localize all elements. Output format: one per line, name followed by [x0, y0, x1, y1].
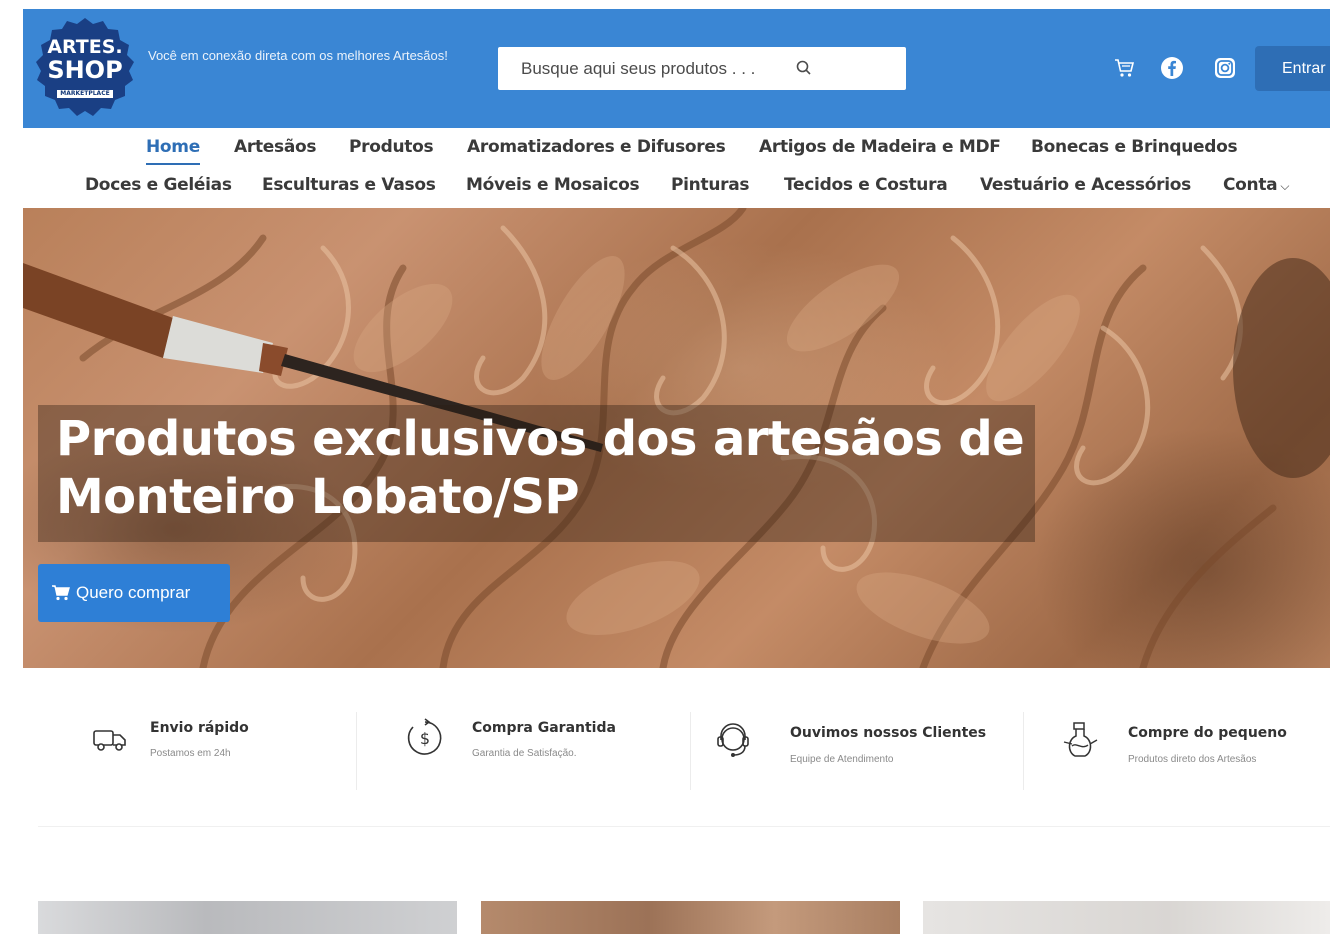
- nav-artesaos[interactable]: Artesãos: [234, 134, 316, 160]
- feature-title: Ouvimos nossos Clientes: [790, 725, 987, 741]
- nav-produtos[interactable]: Produtos: [349, 134, 434, 160]
- nav-doces-geleias[interactable]: Doces e Geléias: [85, 172, 232, 198]
- svg-text:$: $: [420, 729, 430, 748]
- nav-pinturas[interactable]: Pinturas: [671, 172, 750, 198]
- feature-fast-shipping: Envio rápido Postamos em 24h: [90, 708, 360, 792]
- nav-row-2: Doces e Geléias Esculturas e Vasos Móvei…: [0, 172, 1330, 202]
- buy-now-label: Quero comprar: [76, 583, 191, 602]
- nav-conta[interactable]: Conta ⌵: [1223, 172, 1289, 199]
- feature-subtitle: Garantia de Satisfação.: [472, 748, 577, 759]
- feature-title: Compre do pequeno: [1128, 725, 1287, 741]
- section-divider: [38, 826, 1330, 827]
- header-tagline: Você em conexão direta com os melhores A…: [148, 48, 448, 63]
- nav-row-1: Home Artesãos Produtos Aromatizadores e …: [0, 134, 1330, 165]
- feature-guaranteed: $ Compra Garantida Garantia de Satisfaçã…: [405, 708, 705, 792]
- feature-small-business: Compre do pequeno Produtos direto dos Ar…: [1060, 708, 1330, 792]
- feature-subtitle: Postamos em 24h: [150, 748, 231, 759]
- chevron-down-icon: ⌵: [1280, 179, 1290, 193]
- features-strip: Envio rápido Postamos em 24h $ Compra Ga…: [40, 708, 1330, 792]
- product-card-image[interactable]: [923, 901, 1330, 934]
- site-logo[interactable]: ARTES. SHOP MARKETPLACE: [33, 16, 137, 120]
- feature-title: Compra Garantida: [472, 720, 616, 736]
- nav-esculturas-vasos[interactable]: Esculturas e Vasos: [262, 172, 436, 198]
- feature-divider: [690, 712, 691, 790]
- nav-madeira-mdf[interactable]: Artigos de Madeira e MDF: [759, 134, 1001, 160]
- buy-now-button[interactable]: Quero comprar: [38, 564, 230, 622]
- logo-line-2: SHOP: [47, 56, 123, 84]
- product-card-image[interactable]: [38, 901, 457, 934]
- main-nav: Home Artesãos Produtos Aromatizadores e …: [0, 128, 1330, 208]
- search-box[interactable]: [498, 47, 906, 90]
- nav-conta-label: Conta: [1223, 175, 1278, 195]
- search-input[interactable]: [498, 47, 906, 90]
- nav-bonecas-brinquedos[interactable]: Bonecas e Brinquedos: [1031, 134, 1238, 160]
- login-button[interactable]: Entrar: [1255, 46, 1330, 91]
- facebook-icon[interactable]: [1160, 56, 1184, 80]
- feature-subtitle: Equipe de Atendimento: [790, 754, 894, 765]
- header-bar: ARTES. SHOP MARKETPLACE Você em conexão …: [23, 9, 1330, 128]
- nav-vestuario-acessorios[interactable]: Vestuário e Acessórios: [980, 172, 1191, 198]
- feature-divider: [1023, 712, 1024, 790]
- nav-moveis-mosaicos[interactable]: Móveis e Mosaicos: [466, 172, 640, 198]
- nav-tecidos-costura[interactable]: Tecidos e Costura: [784, 172, 948, 198]
- truck-icon: [93, 730, 126, 751]
- cart-icon: [52, 585, 70, 601]
- search-icon[interactable]: [795, 59, 813, 77]
- craft-pot-icon: [1063, 722, 1098, 757]
- logo-line-1: ARTES.: [47, 36, 123, 58]
- feature-subtitle: Produtos direto dos Artesãos: [1128, 754, 1257, 765]
- headset-icon: [717, 723, 749, 757]
- logo-line-3: MARKETPLACE: [57, 90, 113, 98]
- instagram-icon[interactable]: [1213, 56, 1237, 80]
- nav-home[interactable]: Home: [146, 134, 200, 165]
- feature-title: Envio rápido: [150, 720, 249, 736]
- hero-banner: Produtos exclusivos dos artesãos de Mont…: [23, 208, 1330, 668]
- feature-customer-care: Ouvimos nossos Clientes Equipe de Atendi…: [713, 708, 1033, 792]
- hero-title: Produtos exclusivos dos artesãos de Mont…: [56, 411, 1025, 525]
- feature-divider: [356, 712, 357, 790]
- dollar-refresh-icon: $: [407, 718, 442, 755]
- product-card-image[interactable]: [481, 901, 900, 934]
- cart-icon[interactable]: [1113, 56, 1137, 80]
- nav-aromatizadores[interactable]: Aromatizadores e Difusores: [467, 134, 726, 160]
